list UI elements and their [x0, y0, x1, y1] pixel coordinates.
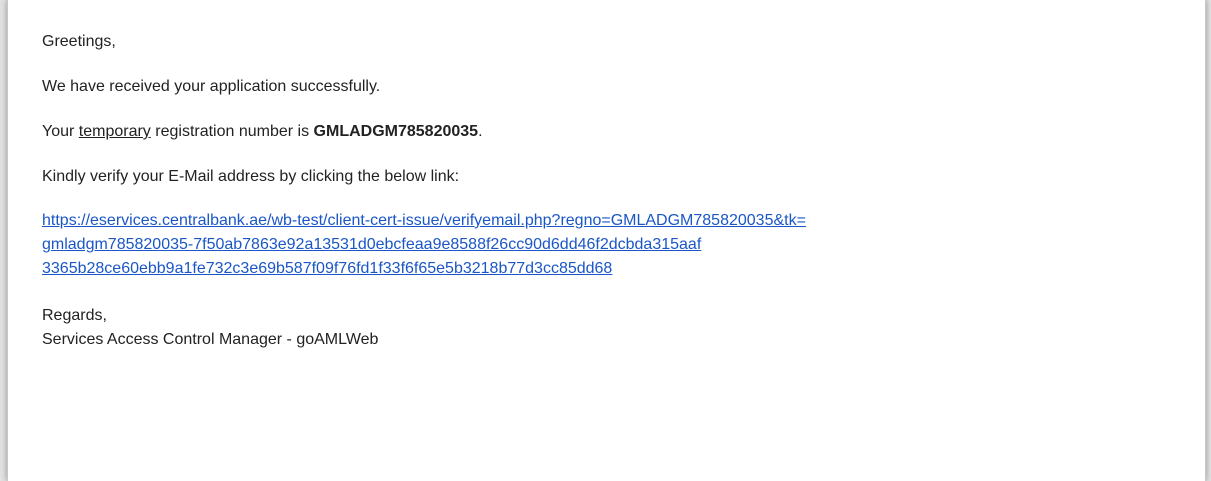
registration-line: Your temporary registration number is GM… [42, 121, 1192, 143]
email-body-frame: Greetings, We have received your applica… [7, 0, 1206, 481]
verify-link-line-3[interactable]: 3365b28ce60ebb9a1fe732c3e69b587f09f76fd1… [42, 257, 1192, 281]
verify-link-line-1[interactable]: https://eservices.centralbank.ae/wb-test… [42, 209, 1192, 233]
verify-instruction: Kindly verify your E-Mail address by cli… [42, 168, 460, 185]
registration-number: GMLADGM785820035 [313, 123, 479, 140]
verify-email-link[interactable]: https://eservices.centralbank.ae/wb-test… [42, 209, 1192, 281]
registration-middle: registration number is [150, 123, 314, 140]
signature-name: Services Access Control Manager - goAMLW… [42, 331, 379, 348]
signoff-text: Regards, [42, 307, 107, 324]
greeting-text: Greetings, [42, 33, 116, 50]
registration-suffix: . [478, 123, 483, 140]
received-message: We have received your application succes… [42, 78, 381, 95]
temporary-word: temporary [78, 123, 151, 140]
signature-block: Regards, Services Access Control Manager… [42, 304, 1192, 352]
email-content: Greetings, We have received your applica… [42, 31, 1192, 352]
verify-link-line-2[interactable]: gmladgm785820035-7f50ab7863e92a13531d0eb… [42, 233, 1192, 257]
registration-prefix: Your [42, 123, 79, 140]
